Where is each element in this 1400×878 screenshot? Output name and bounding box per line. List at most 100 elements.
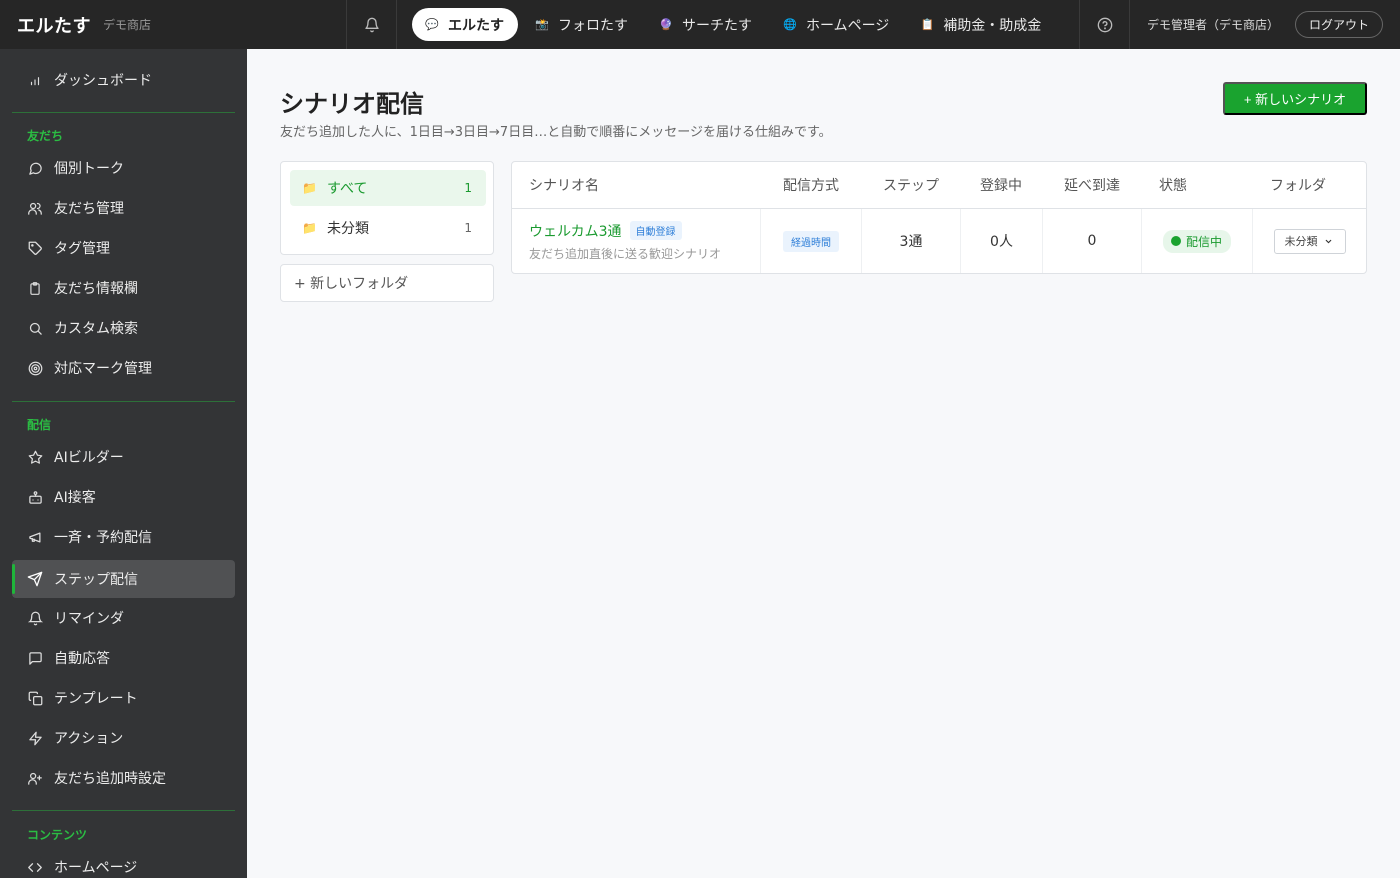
robot-icon — [27, 489, 43, 505]
column-header: 状態 — [1159, 178, 1187, 194]
target-icon — [27, 360, 43, 376]
sidebar-item-ai-service[interactable]: AI接客 — [12, 478, 235, 516]
sidebar-item-label: 友だち情報欄 — [54, 281, 138, 297]
sidebar-item-broadcast[interactable]: 一斉・予約配信 — [12, 518, 235, 556]
app-tab-label: 補助金・助成金 — [943, 17, 1042, 34]
delivery-method-cell: 経過時間 — [761, 209, 861, 273]
sidebar-divider — [12, 810, 235, 811]
sidebar-item-label: ステップ配信 — [54, 572, 138, 588]
scenario-name-cell: ウェルカム3通 自動登録 友だち追加直後に送る歓迎シナリオ — [529, 209, 721, 273]
folder-icon: 📁 — [302, 181, 317, 195]
speech-bubble-icon: 💬 — [425, 18, 439, 31]
folder-label: すべて — [326, 181, 368, 197]
reached-cell: 0 — [1087, 233, 1097, 249]
sidebar-item-friends-management[interactable]: 友だち管理 — [12, 189, 235, 227]
message-square-icon — [27, 650, 43, 666]
search-icon — [27, 320, 43, 336]
folder-count: 1 — [464, 181, 472, 195]
sidebar-item-label: アクション — [54, 731, 124, 747]
sidebar-item-friend-add-settings[interactable]: 友だち追加時設定 — [12, 759, 235, 797]
app-tab-label: フォロたす — [558, 17, 628, 34]
chat-bubble-icon — [27, 160, 43, 176]
sidebar-item-label: ホームページ — [54, 860, 138, 876]
sidebar-item-label: AIビルダー — [54, 450, 124, 466]
folder-label: 未分類 — [326, 221, 369, 237]
send-icon — [27, 571, 43, 587]
sidebar-item-ai-builder[interactable]: AIビルダー — [12, 438, 235, 476]
top-bar: エルたす デモ商店 💬 エルたす 📸 フォロたす 🔮 サーチたす 🌐 ホームペー… — [0, 0, 1400, 49]
sidebar-item-individual-talk[interactable]: 個別トーク — [12, 149, 235, 187]
column-header: 延べ到達 — [1064, 178, 1120, 194]
brand[interactable]: エルたす デモ商店 — [0, 0, 347, 49]
app-tab-searchtasu[interactable]: 🔮 サーチたす — [646, 8, 766, 41]
status-label: 配信中 — [1185, 234, 1222, 249]
sidebar-item-tag-management[interactable]: タグ管理 — [12, 229, 235, 267]
sidebar-item-auto-reply[interactable]: 自動応答 — [12, 639, 235, 677]
folder-list: 📁 すべて 1 📁 未分類 1 — [280, 161, 494, 255]
sidebar-item-reminder[interactable]: リマインダ — [12, 599, 235, 637]
folder-item-uncategorized[interactable]: 📁 未分類 1 — [290, 210, 486, 246]
sidebar-item-label: 対応マーク管理 — [54, 361, 152, 377]
scenario-description: 友だち追加直後に送る歓迎シナリオ — [529, 246, 722, 261]
sidebar-item-label: 一斉・予約配信 — [54, 530, 152, 546]
sidebar-item-label: カスタム検索 — [54, 321, 138, 337]
scenario-name-link[interactable]: ウェルカム3通 — [529, 221, 622, 241]
column-header: ステップ — [883, 178, 939, 194]
status-badge: 配信中 — [1162, 229, 1231, 253]
sidebar-item-friend-info[interactable]: 友だち情報欄 — [12, 269, 235, 307]
sidebar-item-response-mark[interactable]: 対応マーク管理 — [12, 349, 235, 387]
sidebar-item-label: タグ管理 — [54, 241, 110, 257]
sidebar-item-label: テンプレート — [54, 691, 138, 707]
notifications-button[interactable] — [347, 0, 397, 49]
sidebar-item-custom-search[interactable]: カスタム検索 — [12, 309, 235, 347]
sidebar-item-label: ダッシュボード — [54, 73, 152, 89]
sidebar: ダッシュボード 友だち 個別トーク 友だち管理 タグ管理 友だち情報欄 カスタム… — [0, 49, 247, 878]
sidebar-item-action[interactable]: アクション — [12, 719, 235, 757]
registered-cell: 0人 — [990, 234, 1013, 250]
sidebar-item-label: リマインダ — [54, 611, 124, 627]
app-tab-label: ホームページ — [806, 17, 890, 34]
status-dot-icon — [1170, 236, 1181, 246]
status-cell: 配信中 — [1142, 209, 1252, 273]
app-tab-label: サーチたす — [682, 17, 752, 34]
app-tab-erutasu[interactable]: 💬 エルたす — [412, 8, 518, 41]
sidebar-divider — [12, 112, 235, 113]
star-icon — [27, 449, 43, 465]
section-label-contents: コンテンツ — [27, 828, 88, 842]
sidebar-item-template[interactable]: テンプレート — [12, 679, 235, 717]
sidebar-item-homepage[interactable]: ホームページ — [12, 848, 235, 878]
folder-select[interactable]: 未分類 — [1273, 228, 1346, 254]
sidebar-item-label: 友だち管理 — [54, 201, 124, 217]
section-label-friends: 友だち — [27, 129, 64, 143]
folder-item-all[interactable]: 📁 すべて 1 — [290, 170, 486, 206]
code-icon — [27, 859, 43, 875]
camera-icon: 📸 — [535, 18, 549, 31]
help-icon — [1097, 17, 1112, 32]
column-header: 配信方式 — [783, 178, 839, 194]
new-folder-button[interactable]: + 新しいフォルダ — [280, 264, 494, 302]
app-tab-homepage[interactable]: 🌐 ホームページ — [770, 8, 903, 41]
app-tab-subsidy[interactable]: 📋 補助金・助成金 — [907, 8, 1055, 41]
sidebar-item-dashboard[interactable]: ダッシュボード — [12, 61, 235, 99]
sidebar-item-label: 友だち追加時設定 — [54, 771, 166, 787]
scenario-title-line: ウェルカム3通 自動登録 — [529, 221, 682, 241]
help-button[interactable] — [1079, 0, 1130, 49]
megaphone-icon — [27, 529, 43, 545]
new-scenario-button[interactable]: + 新しいシナリオ — [1223, 82, 1367, 115]
user-plus-icon — [27, 770, 43, 786]
folder-icon: 📁 — [302, 221, 317, 235]
logout-button[interactable]: ログアウト — [1295, 11, 1383, 38]
sidebar-item-label: 個別トーク — [54, 161, 124, 177]
sidebar-item-step-delivery[interactable]: ステップ配信 — [12, 560, 235, 598]
app-tab-forotasu[interactable]: 📸 フォロたす — [522, 8, 642, 41]
scenario-table: シナリオ名 配信方式 ステップ 登録中 延べ到達 状態 フォルダ ウェルカム3通… — [511, 161, 1367, 274]
page-description: 友だち追加した人に、1日目→3日目→7日目…と自動で順番にメッセージを届ける仕組… — [280, 125, 832, 140]
app-switcher: 💬 エルたす 📸 フォロたす 🔮 サーチたす 🌐 ホームページ 📋 補助金・助成… — [397, 0, 1055, 49]
page-title: シナリオ配信 — [280, 90, 424, 118]
crystal-ball-icon: 🔮 — [659, 18, 673, 31]
delivery-method-badge: 経過時間 — [783, 230, 839, 252]
lightning-icon — [27, 730, 43, 746]
shop-name: デモ商店 — [103, 18, 152, 32]
clipboard-icon — [27, 280, 43, 296]
bar-chart-icon — [27, 72, 43, 88]
